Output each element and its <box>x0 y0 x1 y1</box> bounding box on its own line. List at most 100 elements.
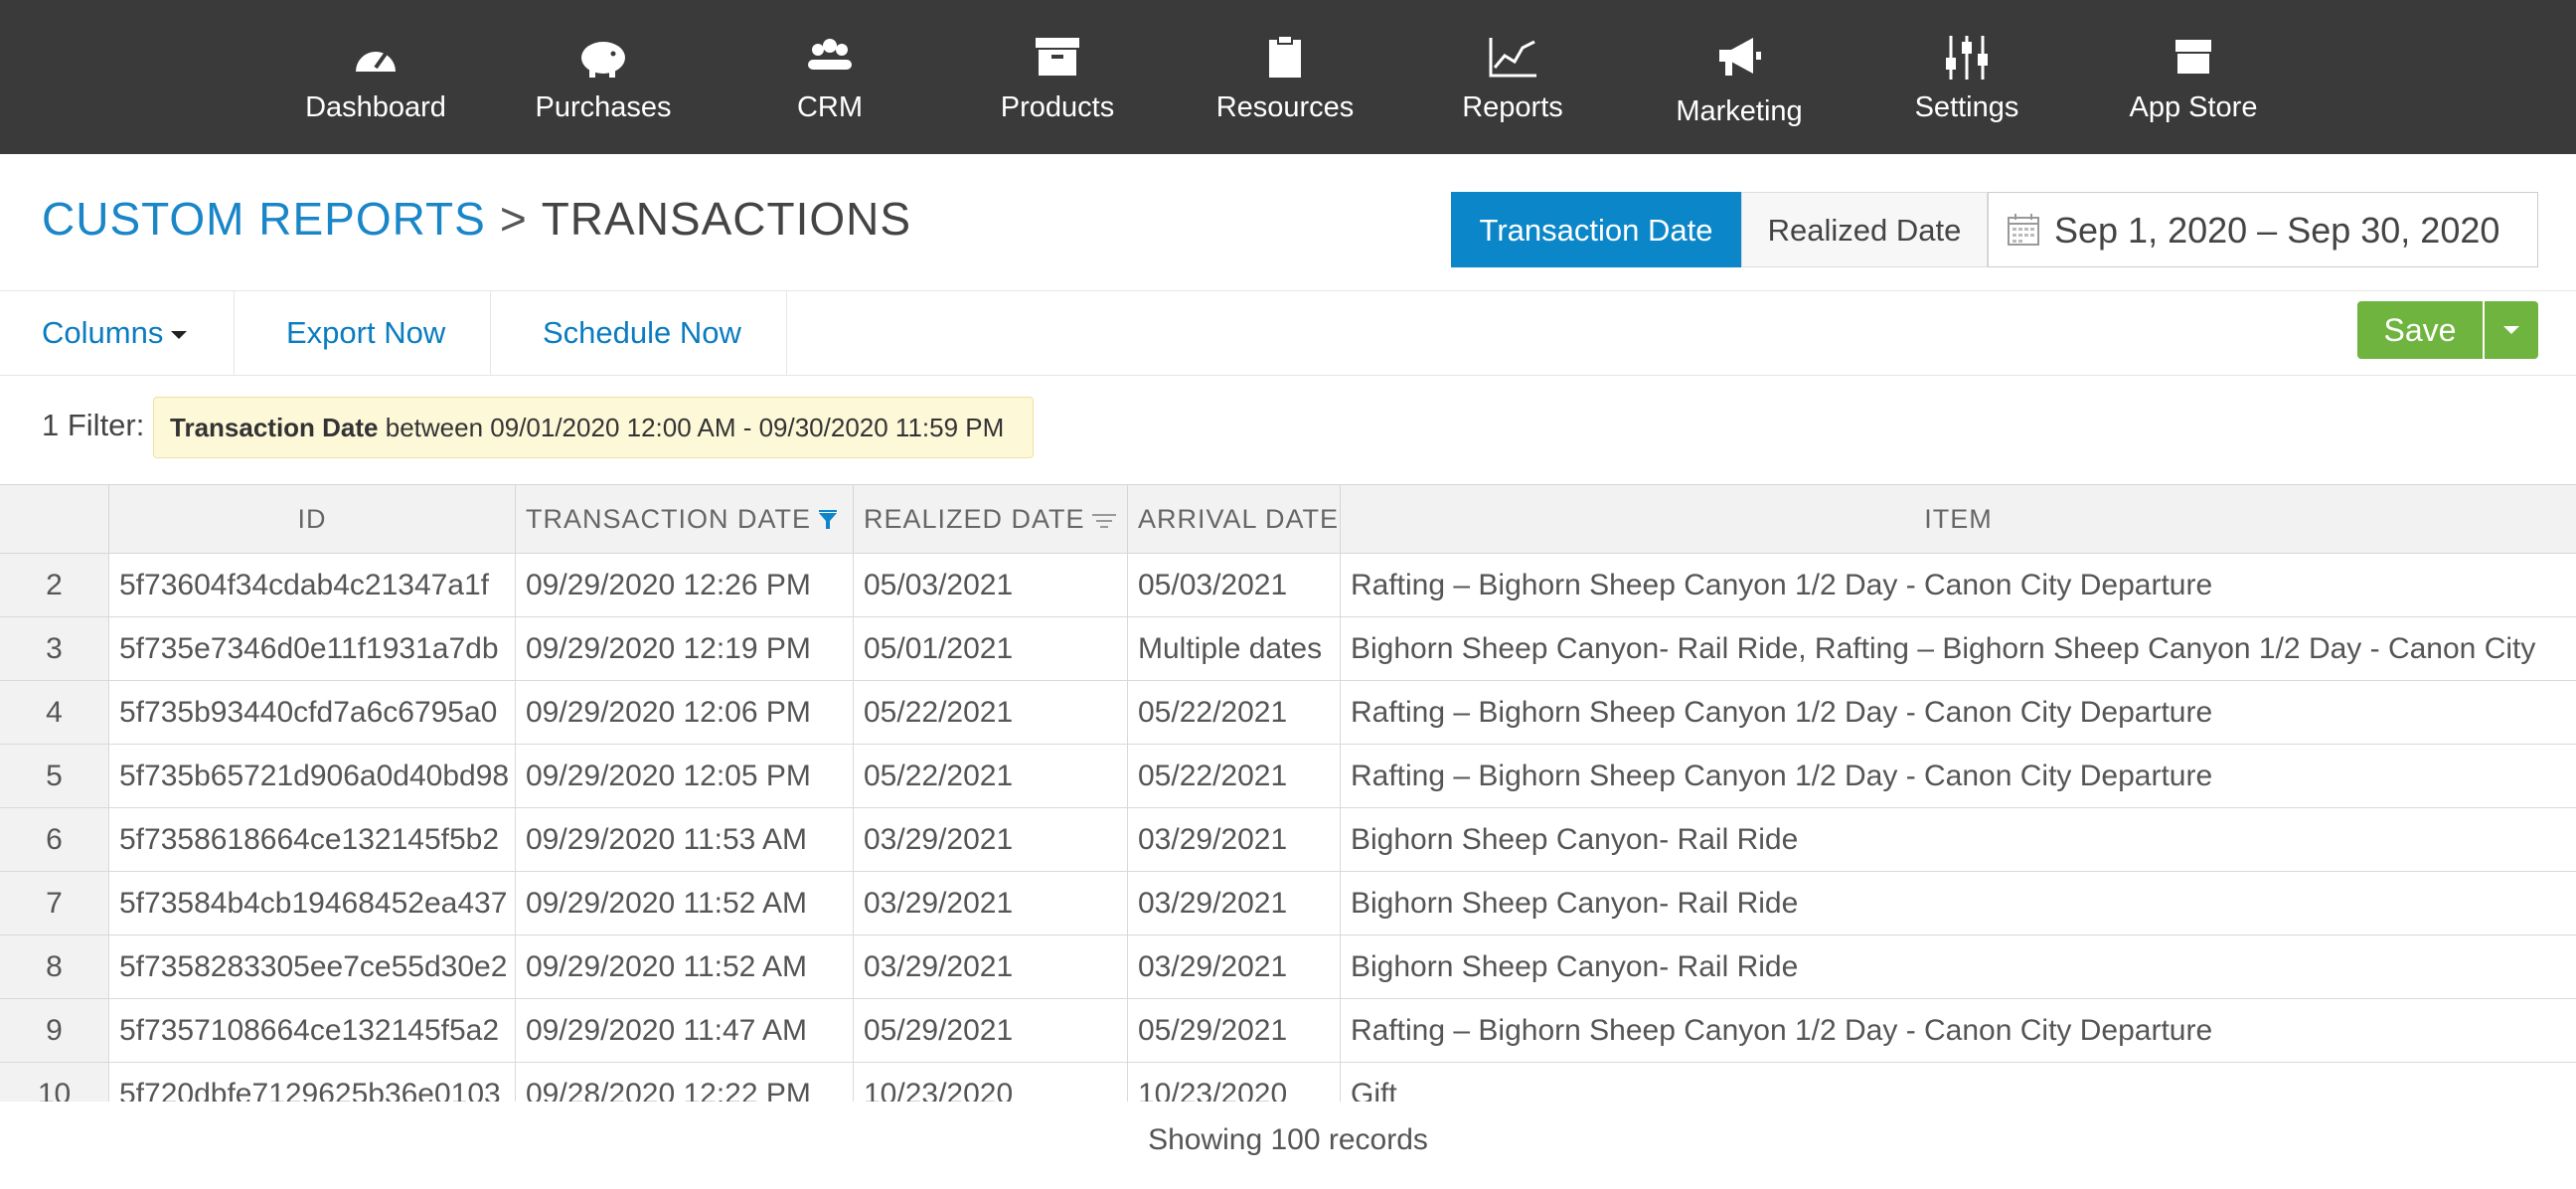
nav-resources[interactable]: Resources <box>1196 0 1374 154</box>
nav-label: Products <box>1000 91 1115 123</box>
cell-transaction-id: 5f73584b4cb19468452ea437 <box>109 872 516 934</box>
nav-label: Purchases <box>535 91 672 123</box>
column-header-id[interactable]: ID <box>109 485 516 553</box>
piggy-bank-icon <box>581 42 625 78</box>
cell-row-number: 9 <box>0 999 109 1062</box>
columns-label: Columns <box>42 315 164 350</box>
cell-transaction-id: 5f735e7346d0e11f1931a7db <box>109 617 516 680</box>
table-row[interactable]: 8 5f7358283305ee7ce55d30e2 09/29/2020 11:5… <box>0 935 2576 999</box>
nav-settings[interactable]: Settings <box>1877 0 2056 154</box>
table-row[interactable]: 5 5f735b65721d906a0d40bd98 09/29/2020 12:0… <box>0 745 2576 808</box>
cell-item: Bighorn Sheep Canyon- Rail Ride <box>1351 887 1799 920</box>
cell-item: Bighorn Sheep Canyon- Rail Ride <box>1351 950 1799 983</box>
cell-arrival-date: 03/29/2021 <box>1128 872 1341 934</box>
column-header-item[interactable]: ITEM <box>1341 485 2576 553</box>
table-row[interactable]: 6 5f7358618664ce132145f5b2 09/29/2020 11:5… <box>0 808 2576 872</box>
nav-marketing[interactable]: Marketing <box>1650 0 1829 154</box>
nav-app-store[interactable]: App Store <box>2104 0 2283 154</box>
cell-realized-date: 10/23/2020 <box>854 1063 1128 1102</box>
cell-item: Rafting – Bighorn Sheep Canyon 1/2 Day -… <box>1351 760 2213 792</box>
table-row[interactable]: 2 5f73604f34cdab4c21347a1f 09/29/2020 12:2… <box>0 554 2576 617</box>
date-range-text: Sep 1, 2020 – Sep 30, 2020 <box>2054 210 2500 251</box>
table-row[interactable]: 3 5f735e7346d0e11f1931a7db 09/29/2020 12:1… <box>0 617 2576 681</box>
top-nav: Dashboard Purchases CRM Products Resourc… <box>0 0 2576 154</box>
cell-transaction-id: 5f720dbfe7129625b36e0103 <box>109 1063 516 1102</box>
cell-row-number: 4 <box>0 681 109 744</box>
columns-dropdown[interactable]: Columns <box>42 291 188 375</box>
cell-transaction-date: 09/29/2020 11:52 AM <box>516 872 854 934</box>
nav-products[interactable]: Products <box>968 0 1147 154</box>
cell-transaction-date: 09/29/2020 12:19 PM <box>516 617 854 680</box>
transactions-table: ID TRANSACTION DATE REALIZED DATE ARRIVA… <box>0 484 2576 1102</box>
store-icon <box>2175 40 2211 74</box>
cell-transaction-date: 09/29/2020 12:26 PM <box>516 554 854 616</box>
cell-arrival-date: Multiple dates <box>1128 617 1341 680</box>
table-row[interactable]: 9 5f7357108664ce132145f5a2 09/29/2020 11:4… <box>0 999 2576 1063</box>
column-header-arrival-date[interactable]: ARRIVAL DATE <box>1128 485 1341 553</box>
cell-transaction-id: 5f735b65721d906a0d40bd98 <box>109 745 516 807</box>
page-title: TRANSACTIONS <box>541 193 912 245</box>
filter-chip[interactable]: Transaction Date between 09/01/2020 12:0… <box>153 397 1034 458</box>
cell-row-number: 10 <box>0 1063 109 1102</box>
cell-item: Rafting – Bighorn Sheep Canyon 1/2 Day -… <box>1351 696 2213 729</box>
toolbar-divider <box>786 291 787 375</box>
cell-item: Gift <box>1351 1078 1397 1102</box>
transaction-date-toggle[interactable]: Transaction Date <box>1451 192 1741 267</box>
schedule-now-button[interactable]: Schedule Now <box>543 291 741 375</box>
nav-purchases[interactable]: Purchases <box>514 0 693 154</box>
cell-item: Rafting – Bighorn Sheep Canyon 1/2 Day -… <box>1351 1014 2213 1047</box>
nav-label: App Store <box>2129 91 2258 123</box>
realized-date-toggle[interactable]: Realized Date <box>1741 192 1988 267</box>
cell-realized-date: 05/22/2021 <box>854 681 1128 744</box>
gauge-icon <box>356 52 396 72</box>
table-row[interactable]: 10 5f720dbfe7129625b36e0103 09/28/2020 12:… <box>0 1063 2576 1102</box>
column-header-row-number <box>0 485 109 553</box>
nav-label: CRM <box>796 91 864 123</box>
cell-transaction-date: 09/29/2020 11:47 AM <box>516 999 854 1062</box>
cell-row-number: 2 <box>0 554 109 616</box>
column-header-realized-date[interactable]: REALIZED DATE <box>854 485 1128 553</box>
nav-label: Dashboard <box>305 91 446 123</box>
table-row[interactable]: 4 5f735b93440cfd7a6c6795a0 09/29/2020 12:0… <box>0 681 2576 745</box>
line-chart-icon <box>1489 38 1536 78</box>
nav-label: Settings <box>1914 91 2019 123</box>
nav-label: Resources <box>1215 91 1355 123</box>
breadcrumb-separator: > <box>499 193 528 245</box>
cell-transaction-date: 09/28/2020 12:22 PM <box>516 1063 854 1102</box>
report-toolbar: Columns Export Now Schedule Now <box>0 290 2576 376</box>
save-button[interactable]: Save <box>2357 301 2483 359</box>
breadcrumb-root-link[interactable]: CUSTOM REPORTS <box>42 193 486 245</box>
sliders-icon <box>1946 36 1988 80</box>
table-row[interactable]: 7 5f73584b4cb19468452ea437 09/29/2020 11:5… <box>0 872 2576 935</box>
breadcrumb: CUSTOM REPORTS > TRANSACTIONS <box>42 192 911 246</box>
nav-label: Marketing <box>1676 95 1803 127</box>
date-range-picker[interactable]: Sep 1, 2020 – Sep 30, 2020 <box>1988 192 2538 267</box>
caret-down-icon <box>2503 326 2519 334</box>
cell-realized-date: 05/22/2021 <box>854 745 1128 807</box>
export-now-button[interactable]: Export Now <box>286 291 445 375</box>
cell-item: Bighorn Sheep Canyon- Rail Ride, Rafting… <box>1351 632 2536 665</box>
table-header: ID TRANSACTION DATE REALIZED DATE ARRIVA… <box>0 485 2576 554</box>
box-icon <box>1036 38 1079 76</box>
save-dropdown-button[interactable] <box>2485 301 2538 359</box>
cell-realized-date: 03/29/2021 <box>854 935 1128 998</box>
cell-realized-date: 05/03/2021 <box>854 554 1128 616</box>
nav-dashboard[interactable]: Dashboard <box>286 0 465 154</box>
column-header-transaction-date[interactable]: TRANSACTION DATE <box>516 485 854 553</box>
nav-crm[interactable]: CRM <box>740 0 919 154</box>
filter-lines-icon[interactable] <box>1091 510 1117 532</box>
column-header-label: TRANSACTION DATE <box>526 504 812 534</box>
filter-field: Transaction Date <box>170 413 379 442</box>
filter-active-icon[interactable] <box>817 509 839 532</box>
filter-count-label: 1 Filter: <box>42 408 145 442</box>
calendar-icon <box>2008 214 2039 246</box>
cell-row-number: 6 <box>0 808 109 871</box>
cell-transaction-date: 09/29/2020 11:53 AM <box>516 808 854 871</box>
nav-reports[interactable]: Reports <box>1423 0 1602 154</box>
cell-row-number: 5 <box>0 745 109 807</box>
cell-realized-date: 05/01/2021 <box>854 617 1128 680</box>
toolbar-divider <box>234 291 235 375</box>
cell-item: Rafting – Bighorn Sheep Canyon 1/2 Day -… <box>1351 569 2213 601</box>
caret-down-icon <box>171 330 188 339</box>
cell-arrival-date: 10/23/2020 <box>1128 1063 1341 1102</box>
